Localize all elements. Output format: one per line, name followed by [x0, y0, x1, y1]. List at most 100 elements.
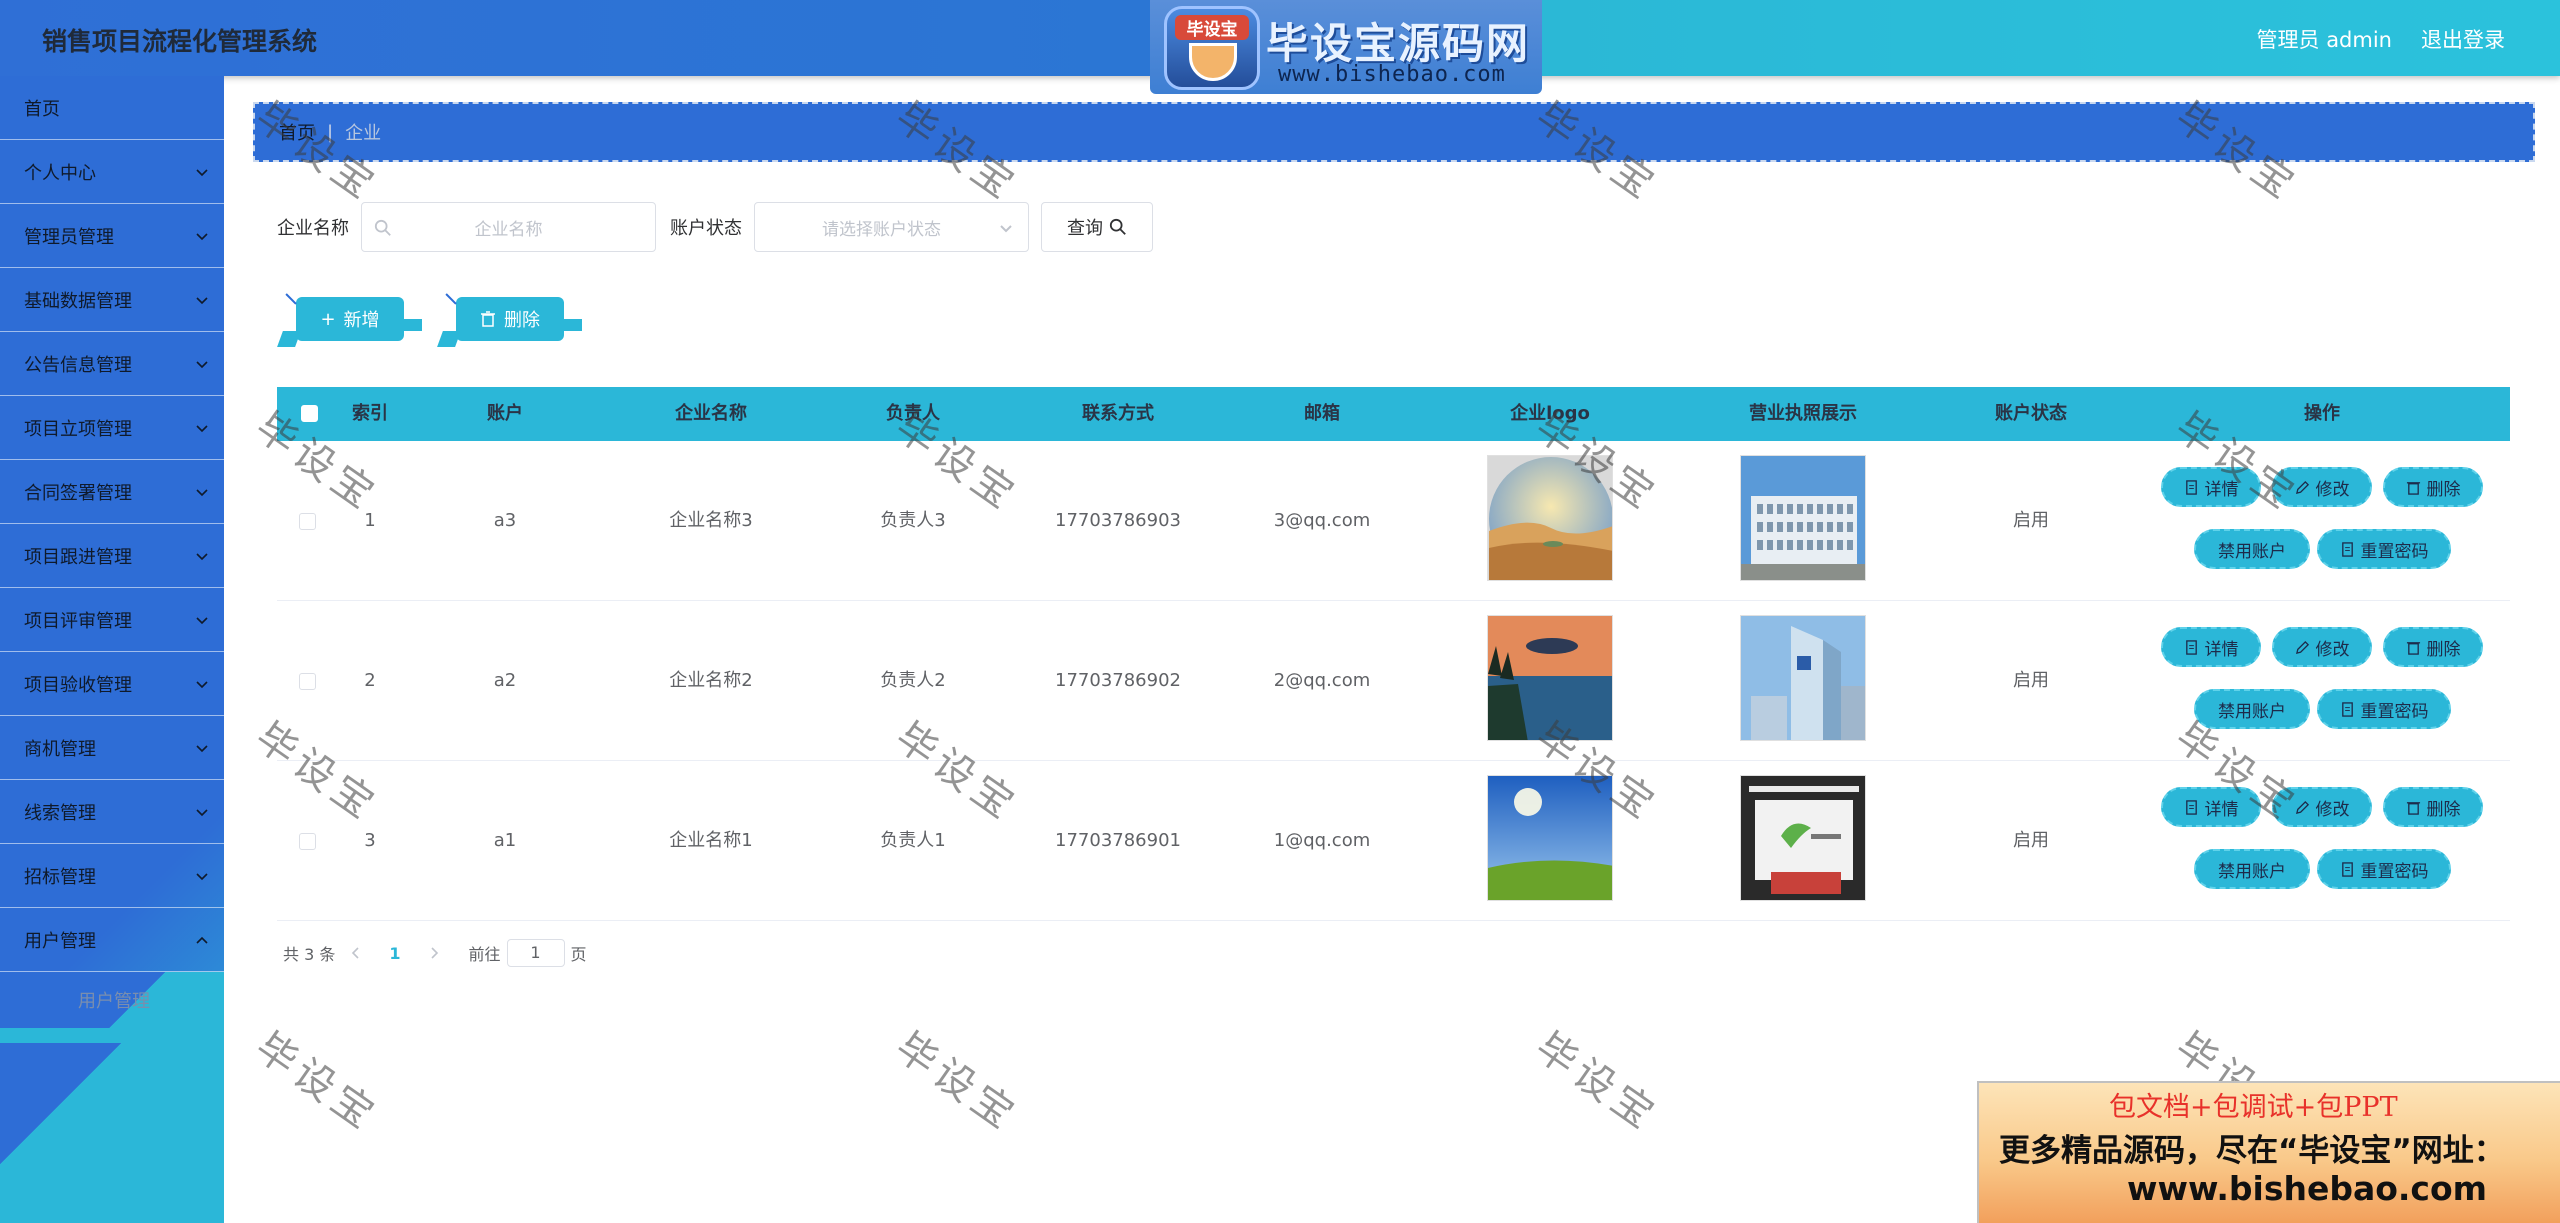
sidebar-decoration [0, 1043, 224, 1223]
company-name-placeholder: 企业名称 [474, 219, 543, 240]
delete-button[interactable]: 删除 [2383, 627, 2483, 667]
disable-account-button[interactable]: 禁用账户 [2194, 689, 2310, 729]
company-name-label: 企业名称 [277, 218, 349, 239]
trash-icon [2406, 801, 2420, 815]
sidebar-item-13[interactable]: 用户管理 [0, 908, 224, 972]
cell-status: 启用 [2013, 670, 2049, 691]
business-license-image[interactable] [1740, 455, 1866, 581]
sidebar-item-6[interactable]: 合同签署管理 [0, 460, 224, 524]
chevron-down-icon [196, 681, 208, 689]
brand-url: www.bishebao.com [1278, 62, 1506, 87]
sidebar-item-10[interactable]: 商机管理 [0, 716, 224, 780]
brand-watermark-banner: 毕设宝 毕设宝源码网 www.bishebao.com [1150, 0, 1542, 94]
chevron-down-icon [196, 809, 208, 817]
disable-account-button[interactable]: 禁用账户 [2194, 849, 2310, 889]
edit-button[interactable]: 修改 [2272, 787, 2372, 827]
disable-account-button[interactable]: 禁用账户 [2194, 529, 2310, 569]
row-checkbox[interactable] [299, 513, 316, 530]
chevron-down-icon [196, 553, 208, 561]
trash-icon [2406, 481, 2420, 495]
sidebar-item-5[interactable]: 项目立项管理 [0, 396, 224, 460]
detail-button[interactable]: 详情 [2161, 787, 2261, 827]
chevron-down-icon [196, 425, 208, 433]
pagination: 共 3 条 1 前往 1 页 [283, 938, 587, 968]
row-checkbox[interactable] [299, 673, 316, 690]
cell-account: a3 [493, 510, 517, 531]
breadcrumb-home[interactable]: 首页 [279, 119, 315, 145]
sidebar-item-label: 首页 [24, 98, 60, 120]
sidebar-item-11[interactable]: 线索管理 [0, 780, 224, 844]
business-license-image[interactable] [1740, 775, 1866, 901]
sidebar-item-1[interactable]: 个人中心 [0, 140, 224, 204]
sidebar-item-4[interactable]: 公告信息管理 [0, 332, 224, 396]
query-button[interactable]: 查询 [1041, 202, 1153, 252]
cell-email: 1@qq.com [1273, 830, 1371, 851]
sidebar-item-label: 项目验收管理 [24, 674, 132, 696]
chevron-down-icon [196, 745, 208, 753]
add-button[interactable]: + 新增 [277, 297, 422, 347]
document-icon [2185, 799, 2197, 815]
trash-icon [481, 311, 495, 327]
col-logo: 企业logo [1510, 403, 1590, 424]
cell-owner: 负责人1 [880, 830, 946, 851]
delete-button[interactable]: 删除 [2383, 467, 2483, 507]
chevron-down-icon [196, 617, 208, 625]
col-owner: 负责人 [886, 403, 940, 424]
business-license-image[interactable] [1740, 615, 1866, 741]
logout-link[interactable]: 退出登录 [2421, 24, 2505, 54]
brand-seal-icon: 毕设宝 [1164, 6, 1260, 90]
company-logo-image[interactable] [1487, 775, 1613, 901]
sidebar-item-label: 商机管理 [24, 738, 96, 760]
col-license: 营业执照展示 [1749, 403, 1857, 424]
batch-delete-button[interactable]: 删除 [437, 297, 582, 347]
chevron-down-icon [196, 169, 208, 177]
chevron-right-icon[interactable] [427, 946, 441, 960]
row-checkbox[interactable] [299, 833, 316, 850]
reset-password-button[interactable]: 重置密码 [2317, 849, 2451, 889]
edit-button[interactable]: 修改 [2272, 467, 2372, 507]
sidebar-item-7[interactable]: 项目跟进管理 [0, 524, 224, 588]
sidebar-subitem-user-manage[interactable]: 用户管理 [0, 972, 224, 1028]
search-icon [1109, 218, 1126, 235]
sidebar-item-label: 项目评审管理 [24, 610, 132, 632]
detail-button[interactable]: 详情 [2161, 627, 2261, 667]
chevron-down-icon [1000, 225, 1012, 233]
sidebar: 首页个人中心管理员管理基础数据管理公告信息管理项目立项管理合同签署管理 项目跟进管… [0, 76, 224, 1223]
sidebar-item-12[interactable]: 招标管理 [0, 844, 224, 908]
watermark-text: 毕设宝 [246, 1023, 387, 1141]
sidebar-item-label: 管理员管理 [24, 226, 114, 248]
detail-button[interactable]: 详情 [2161, 467, 2261, 507]
company-logo-image[interactable] [1487, 615, 1613, 741]
cell-index: 3 [364, 830, 376, 851]
select-all-checkbox[interactable] [301, 405, 318, 422]
document-icon [2341, 861, 2353, 877]
company-logo-image[interactable] [1487, 455, 1613, 581]
sidebar-item-3[interactable]: 基础数据管理 [0, 268, 224, 332]
sidebar-item-0[interactable]: 首页 [0, 76, 224, 140]
sidebar-item-label: 项目立项管理 [24, 418, 132, 440]
col-index: 索引 [352, 403, 388, 424]
breadcrumb: 首页 | 企业 [253, 102, 2535, 162]
col-contact: 联系方式 [1082, 403, 1154, 424]
trash-icon [2406, 641, 2420, 655]
chevron-down-icon [196, 873, 208, 881]
document-icon [2341, 701, 2353, 717]
pagination-goto-input[interactable]: 1 [506, 939, 565, 967]
company-name-input[interactable]: 企业名称 [361, 202, 656, 252]
account-status-select[interactable]: 请选择账户状态 [754, 202, 1029, 252]
reset-password-button[interactable]: 重置密码 [2317, 529, 2451, 569]
sidebar-item-label: 基础数据管理 [24, 290, 132, 312]
cell-name: 企业名称3 [669, 510, 753, 531]
pagination-page[interactable]: 1 [389, 944, 400, 963]
reset-password-button[interactable]: 重置密码 [2317, 689, 2451, 729]
edit-button[interactable]: 修改 [2272, 627, 2372, 667]
sidebar-item-8[interactable]: 项目评审管理 [0, 588, 224, 652]
chevron-up-icon [196, 936, 208, 944]
query-button-label: 查询 [1067, 218, 1103, 239]
chevron-left-icon[interactable] [349, 946, 363, 960]
delete-button[interactable]: 删除 [2383, 787, 2483, 827]
edit-icon [2295, 640, 2309, 654]
sidebar-item-9[interactable]: 项目验收管理 [0, 652, 224, 716]
col-status: 账户状态 [1995, 403, 2067, 424]
sidebar-item-2[interactable]: 管理员管理 [0, 204, 224, 268]
